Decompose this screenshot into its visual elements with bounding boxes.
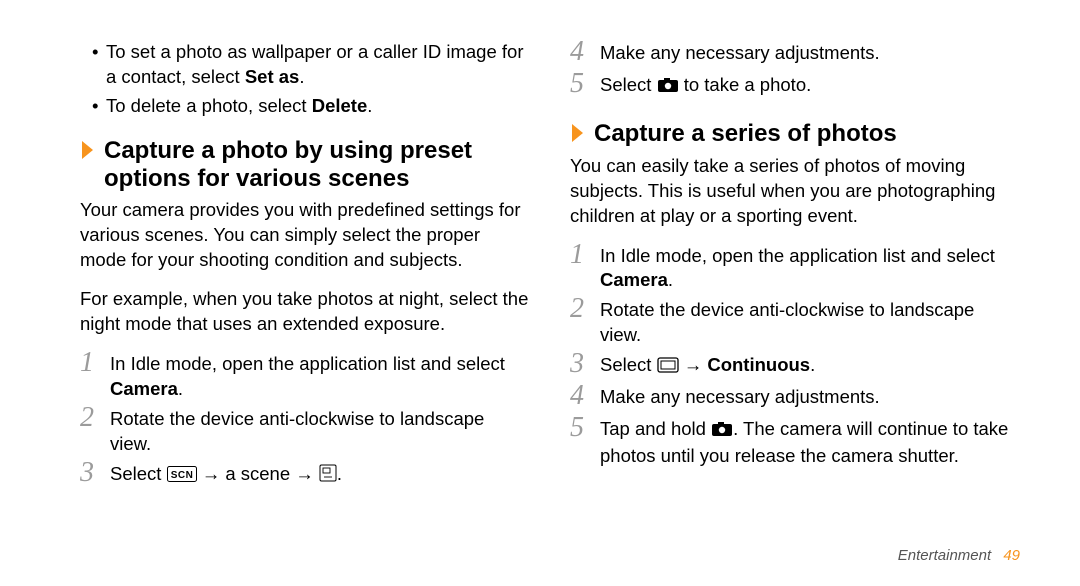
paragraph: For example, when you take photos at nig…: [80, 287, 530, 337]
step-text: Select SCN → a scene → .: [110, 461, 530, 489]
chevron-icon: [80, 139, 96, 161]
bullet-item: To delete a photo, select Delete.: [92, 94, 530, 119]
bullet-item: To set a photo as wallpaper or a caller …: [92, 40, 530, 90]
step-text: Make any necessary adjustments.: [600, 40, 1020, 66]
section-heading-series: Capture a series of photos: [570, 120, 1020, 148]
footer-page-number: 49: [1003, 547, 1020, 564]
step-number: 2: [80, 404, 106, 432]
columns: To set a photo as wallpaper or a caller …: [80, 40, 1020, 493]
step-number: 4: [570, 38, 596, 66]
back-save-icon: [319, 464, 337, 489]
step-number: 3: [570, 350, 596, 378]
step-number: 5: [570, 70, 596, 98]
intro-bullets: To set a photo as wallpaper or a caller …: [80, 40, 530, 119]
step-item: 5 Select to take a photo.: [570, 72, 1020, 100]
step-item: 2 Rotate the device anti-clockwise to la…: [570, 297, 1020, 348]
step-number: 5: [570, 414, 596, 442]
manual-page: To set a photo as wallpaper or a caller …: [0, 0, 1080, 586]
bullet-text: To set a photo as wallpaper or a caller …: [106, 41, 524, 87]
step-text: In Idle mode, open the application list …: [600, 243, 1020, 294]
paragraph: Your camera provides you with predefined…: [80, 198, 530, 273]
bullet-bold: Set as: [245, 66, 300, 87]
page-footer: Entertainment 49: [898, 547, 1020, 564]
steps-list: 1 In Idle mode, open the application lis…: [570, 243, 1020, 470]
heading-text: Capture a series of photos: [594, 120, 897, 148]
steps-list: 1 In Idle mode, open the application lis…: [80, 351, 530, 489]
bullet-text-end: .: [367, 95, 372, 116]
step-item: 4 Make any necessary adjustments.: [570, 384, 1020, 412]
step-item: 2 Rotate the device anti-clockwise to la…: [80, 406, 530, 457]
step-item: 3 Select SCN → a scene → .: [80, 461, 530, 489]
svg-text:SCN: SCN: [170, 470, 193, 481]
step-text: Select → Continuous.: [600, 352, 1020, 380]
steps-list-continued: 4 Make any necessary adjustments. 5 Sele…: [570, 40, 1020, 100]
step-number: 2: [570, 295, 596, 323]
step-text: Rotate the device anti-clockwise to land…: [600, 297, 1020, 348]
footer-section: Entertainment: [898, 547, 991, 564]
step-number: 3: [80, 459, 106, 487]
bullet-bold: Delete: [312, 95, 368, 116]
step-text: In Idle mode, open the application list …: [110, 351, 530, 402]
heading-text: Capture a photo by using preset options …: [104, 137, 530, 192]
step-text: Make any necessary adjustments.: [600, 384, 1020, 410]
bullet-text-end: .: [299, 66, 304, 87]
scn-icon: SCN: [167, 464, 197, 489]
mode-icon: [657, 355, 679, 380]
paragraph: You can easily take a series of photos o…: [570, 154, 1020, 229]
step-text: Select to take a photo.: [600, 72, 1020, 100]
step-text: Rotate the device anti-clockwise to land…: [110, 406, 530, 457]
left-column: To set a photo as wallpaper or a caller …: [80, 40, 530, 493]
step-item: 1 In Idle mode, open the application lis…: [570, 243, 1020, 294]
step-item: 3 Select → Continuous.: [570, 352, 1020, 380]
step-number: 4: [570, 382, 596, 410]
chevron-icon: [570, 122, 586, 144]
camera-icon: [711, 419, 733, 444]
step-item: 1 In Idle mode, open the application lis…: [80, 351, 530, 402]
right-column: 4 Make any necessary adjustments. 5 Sele…: [570, 40, 1020, 493]
step-number: 1: [570, 241, 596, 269]
step-item: 4 Make any necessary adjustments.: [570, 40, 1020, 68]
camera-icon: [657, 75, 679, 100]
step-text: Tap and hold . The camera will continue …: [600, 416, 1020, 469]
step-item: 5 Tap and hold . The camera will continu…: [570, 416, 1020, 469]
bullet-text: To delete a photo, select: [106, 95, 312, 116]
section-heading-preset: Capture a photo by using preset options …: [80, 137, 530, 192]
step-number: 1: [80, 349, 106, 377]
